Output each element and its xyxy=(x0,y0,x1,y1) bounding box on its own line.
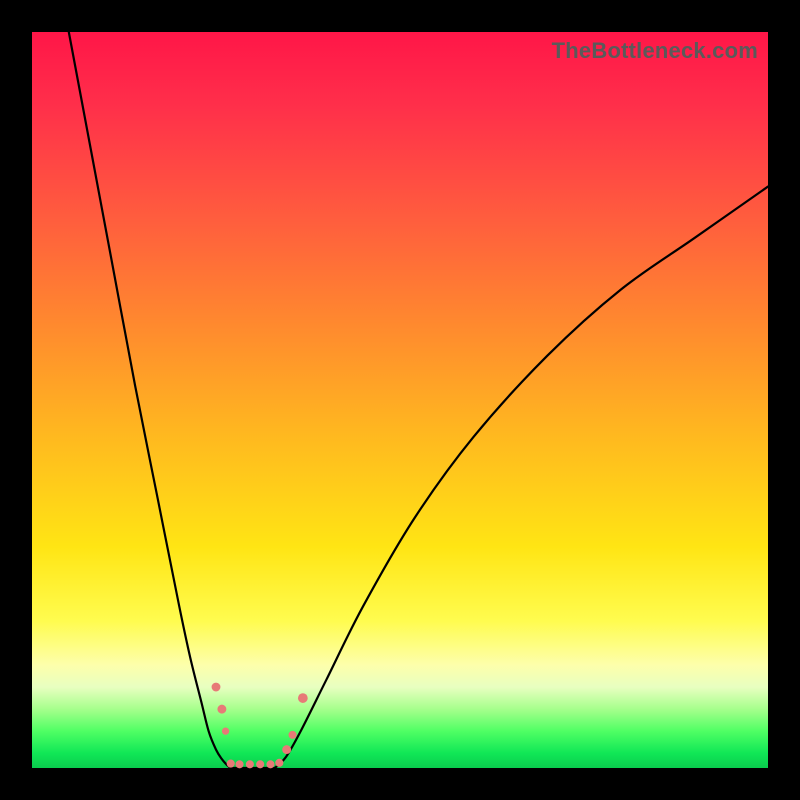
data-marker xyxy=(275,759,283,767)
data-marker xyxy=(222,728,229,735)
chart-frame: TheBottleneck.com xyxy=(0,0,800,800)
curve-layer xyxy=(32,32,768,768)
data-marker xyxy=(227,760,235,768)
data-marker xyxy=(256,760,264,768)
marker-group xyxy=(212,683,308,769)
data-marker xyxy=(236,760,244,768)
curve-right-arm xyxy=(275,187,768,768)
data-marker xyxy=(246,760,254,768)
data-marker xyxy=(212,683,221,692)
data-marker xyxy=(288,731,296,739)
curve-left-arm xyxy=(69,32,231,768)
plot-area: TheBottleneck.com xyxy=(32,32,768,768)
data-marker xyxy=(266,760,274,768)
data-marker xyxy=(282,745,291,754)
data-marker xyxy=(217,705,226,714)
data-marker xyxy=(298,693,308,703)
